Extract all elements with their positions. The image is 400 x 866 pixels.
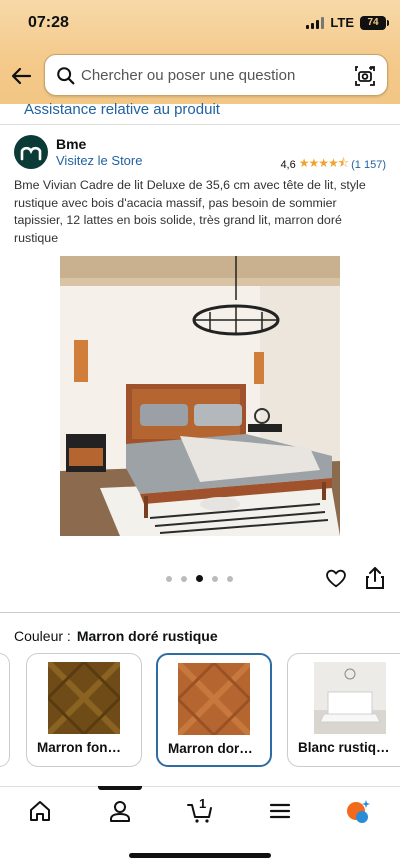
search-input[interactable]	[81, 55, 341, 95]
network-label: LTE	[330, 15, 354, 30]
color-swatch-image	[48, 662, 120, 734]
rating-summary[interactable]: 4,6 ★★★★⯪ (1 157)	[280, 154, 386, 175]
color-label: Couleur : Marron doré rustique	[14, 628, 218, 644]
color-option[interactable]: Blanc rustiq…	[287, 653, 400, 767]
visit-store-link[interactable]: Visitez le Store	[56, 153, 142, 168]
signal-icon	[306, 16, 325, 29]
back-arrow-icon[interactable]	[10, 64, 34, 88]
color-option-label: Blanc rustiq…	[298, 740, 390, 755]
app-header: 07:28 LTE 74	[0, 0, 400, 104]
nav-active-indicator	[98, 786, 142, 790]
heart-icon[interactable]	[325, 567, 347, 589]
brand-logo[interactable]	[14, 135, 48, 169]
search-bar[interactable]	[44, 54, 388, 96]
brand-logo-icon	[20, 146, 42, 161]
rufus-icon[interactable]	[344, 797, 372, 825]
color-option-selected[interactable]: Marron dor…	[156, 653, 272, 767]
review-count[interactable]: (1 157)	[351, 159, 386, 171]
color-option[interactable]: Marron fon…	[26, 653, 142, 767]
battery-level: 74	[367, 17, 379, 28]
carousel-dot[interactable]	[227, 575, 233, 582]
product-title: Bme Vivian Cadre de lit Deluxe de 35,6 c…	[14, 178, 366, 245]
carousel-dot-active[interactable]	[196, 575, 203, 582]
cart-count: 1	[199, 796, 207, 811]
carousel-dot[interactable]	[181, 575, 187, 582]
share-icon[interactable]	[365, 567, 385, 589]
color-option-label: Marron dor…	[168, 741, 253, 756]
divider	[0, 124, 400, 125]
brand-name: Bme	[56, 136, 87, 152]
image-carousel-dots[interactable]	[166, 575, 233, 582]
product-assistance-link[interactable]: Assistance relative au produit	[24, 101, 220, 118]
camera-icon[interactable]	[353, 64, 377, 88]
color-option-label: Marron fon…	[37, 740, 121, 755]
home-icon[interactable]	[26, 797, 54, 825]
search-icon	[57, 67, 75, 85]
menu-icon[interactable]	[266, 797, 294, 825]
battery-icon: 74	[360, 15, 389, 30]
home-indicator	[129, 853, 271, 858]
divider	[0, 612, 400, 613]
color-option-partial[interactable]	[0, 653, 10, 767]
carousel-dot[interactable]	[166, 575, 172, 582]
product-image[interactable]	[60, 256, 340, 536]
account-icon[interactable]	[106, 797, 134, 825]
status-time: 07:28	[28, 14, 69, 31]
color-label-text: Couleur :	[14, 628, 71, 644]
status-indicators: LTE 74	[306, 15, 389, 30]
rating-stars-icon: ★★★★⯪	[298, 156, 349, 170]
rating-value: 4,6	[280, 158, 296, 171]
selected-color-value: Marron doré rustique	[76, 628, 218, 644]
bedroom-scene-image	[60, 256, 340, 536]
color-swatch-image	[314, 662, 386, 734]
carousel-dot[interactable]	[212, 575, 218, 582]
cart-button[interactable]: 1	[186, 796, 214, 825]
color-swatch-image	[178, 663, 250, 735]
